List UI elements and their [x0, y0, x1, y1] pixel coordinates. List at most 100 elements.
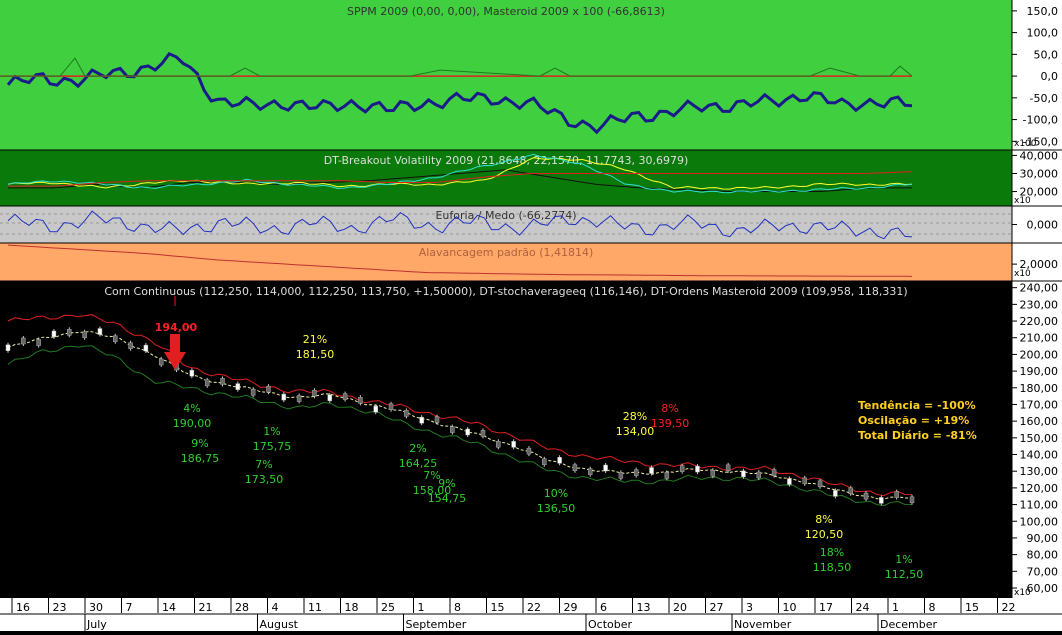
annotation-percent: 4% — [183, 402, 200, 415]
p2-tick-label: 40,000 — [1020, 149, 1059, 162]
x-day-label: 18 — [345, 601, 359, 614]
candle-body — [618, 472, 624, 479]
x-day-label: 22 — [527, 601, 541, 614]
candle-body — [572, 464, 578, 472]
annotation-price: 139,50 — [651, 417, 690, 430]
x-month-label: October — [588, 618, 632, 631]
pane4-title: Alavancagem padrão (1,41814) — [419, 246, 594, 259]
price-tick-label: 70,00 — [1027, 565, 1059, 578]
candle-body — [388, 403, 394, 410]
x-day-label: 6 — [600, 601, 607, 614]
candle-body — [817, 480, 823, 488]
summary-daily-total: Total Diário = -81% — [858, 429, 977, 442]
x-day-label: 30 — [89, 601, 103, 614]
annotation-price: 190,00 — [173, 417, 212, 430]
candle-body — [281, 393, 287, 401]
annotation-price: 173,50 — [245, 473, 284, 486]
candle-body — [419, 416, 424, 424]
x-day-label: 23 — [53, 601, 67, 614]
annotation-price: 194,00 — [155, 321, 198, 334]
p1-tick-label: 150,0 — [1027, 5, 1059, 18]
price-tick-label: 230,00 — [1020, 298, 1059, 311]
candle-body — [863, 492, 869, 500]
p1-tick-label: -100,0 — [1023, 114, 1058, 127]
candle-body — [879, 497, 884, 504]
x-day-label: 11 — [308, 601, 322, 614]
candle-body — [97, 328, 103, 335]
x-day-label: 24 — [856, 601, 870, 614]
candle-body — [82, 331, 87, 339]
x-month-label: August — [260, 618, 299, 631]
x-month-label: July — [86, 618, 107, 631]
candle-body — [342, 393, 348, 400]
candle-body — [756, 471, 762, 479]
price-tick-label: 140,00 — [1020, 449, 1059, 462]
candle-body — [36, 339, 41, 346]
price-tick-label: 170,00 — [1020, 398, 1059, 411]
candle-body — [603, 464, 608, 472]
p1-tick-label: -50,0 — [1030, 92, 1058, 105]
candle-body — [526, 447, 532, 455]
x-day-label: 10 — [783, 601, 797, 614]
x-day-label: 8 — [454, 601, 461, 614]
chart-root: SPPM 2009 (0,00, 0,00), Masteroid 2009 x… — [0, 0, 1062, 631]
price-tick-label: 80,00 — [1027, 549, 1059, 562]
candle-body — [450, 426, 455, 433]
p2-tick-label: 20,000 — [1020, 186, 1059, 199]
price-tick-label: 220,00 — [1020, 315, 1059, 328]
price-tick-label: 240,00 — [1020, 282, 1059, 295]
p1-tick-label: 0,0 — [1041, 70, 1059, 83]
x-day-label: 3 — [746, 601, 753, 614]
price-tick-label: 60,00 — [1027, 582, 1059, 595]
candle-body — [542, 458, 547, 465]
price-tick-label: 200,00 — [1020, 348, 1059, 361]
annotation-percent: 1% — [263, 425, 280, 438]
candle-body — [725, 464, 731, 472]
x-day-label: 15 — [965, 601, 979, 614]
x-day-label: 22 — [1002, 601, 1016, 614]
x-day-label: 27 — [710, 601, 724, 614]
candle-body — [587, 468, 593, 475]
candle-body — [679, 465, 685, 472]
candle-body — [312, 389, 317, 397]
p2-tick-label: 30,000 — [1020, 167, 1059, 180]
x-month-label: December — [880, 618, 938, 631]
candle-body — [373, 405, 378, 413]
annotation-price: 134,00 — [616, 425, 655, 438]
annotation-percent: 18% — [820, 546, 844, 559]
x-day-label: 17 — [819, 601, 833, 614]
candle-body — [511, 441, 516, 448]
price-tick-label: 150,00 — [1020, 432, 1059, 445]
candle-body — [434, 416, 440, 423]
annotation-percent: 10% — [544, 487, 568, 500]
x-day-label: 8 — [929, 601, 936, 614]
candle-body — [496, 441, 501, 448]
price-tick-label: 210,00 — [1020, 332, 1059, 345]
x-day-label: 15 — [491, 601, 505, 614]
candle-body — [143, 344, 149, 352]
price-tick-label: 130,00 — [1020, 465, 1059, 478]
candle-body — [465, 428, 470, 436]
x-day-label: 28 — [235, 601, 249, 614]
x-month-label: September — [406, 618, 467, 631]
p1-tick-label: 100,0 — [1027, 27, 1059, 40]
x-day-label: 25 — [381, 601, 395, 614]
candle-body — [695, 465, 700, 473]
x-day-label: 1 — [418, 601, 425, 614]
candle-body — [5, 344, 11, 351]
p3-tick-label: 0,000 — [1027, 219, 1059, 232]
candle-body — [649, 467, 654, 474]
candle-body — [296, 395, 302, 402]
candle-body — [664, 472, 670, 479]
candle-body — [404, 410, 409, 417]
candle-body — [787, 478, 792, 485]
candle-body — [358, 397, 363, 404]
x-day-label: 20 — [673, 601, 687, 614]
annotation-price: 175,75 — [253, 440, 292, 453]
p4-tick-label: 2,0000 — [1020, 258, 1059, 271]
annotation-price: 186,75 — [181, 452, 220, 465]
x-day-label: 16 — [16, 601, 30, 614]
x-day-label: 4 — [272, 601, 279, 614]
annotation-percent: 28% — [623, 410, 647, 423]
candle-body — [833, 490, 838, 497]
